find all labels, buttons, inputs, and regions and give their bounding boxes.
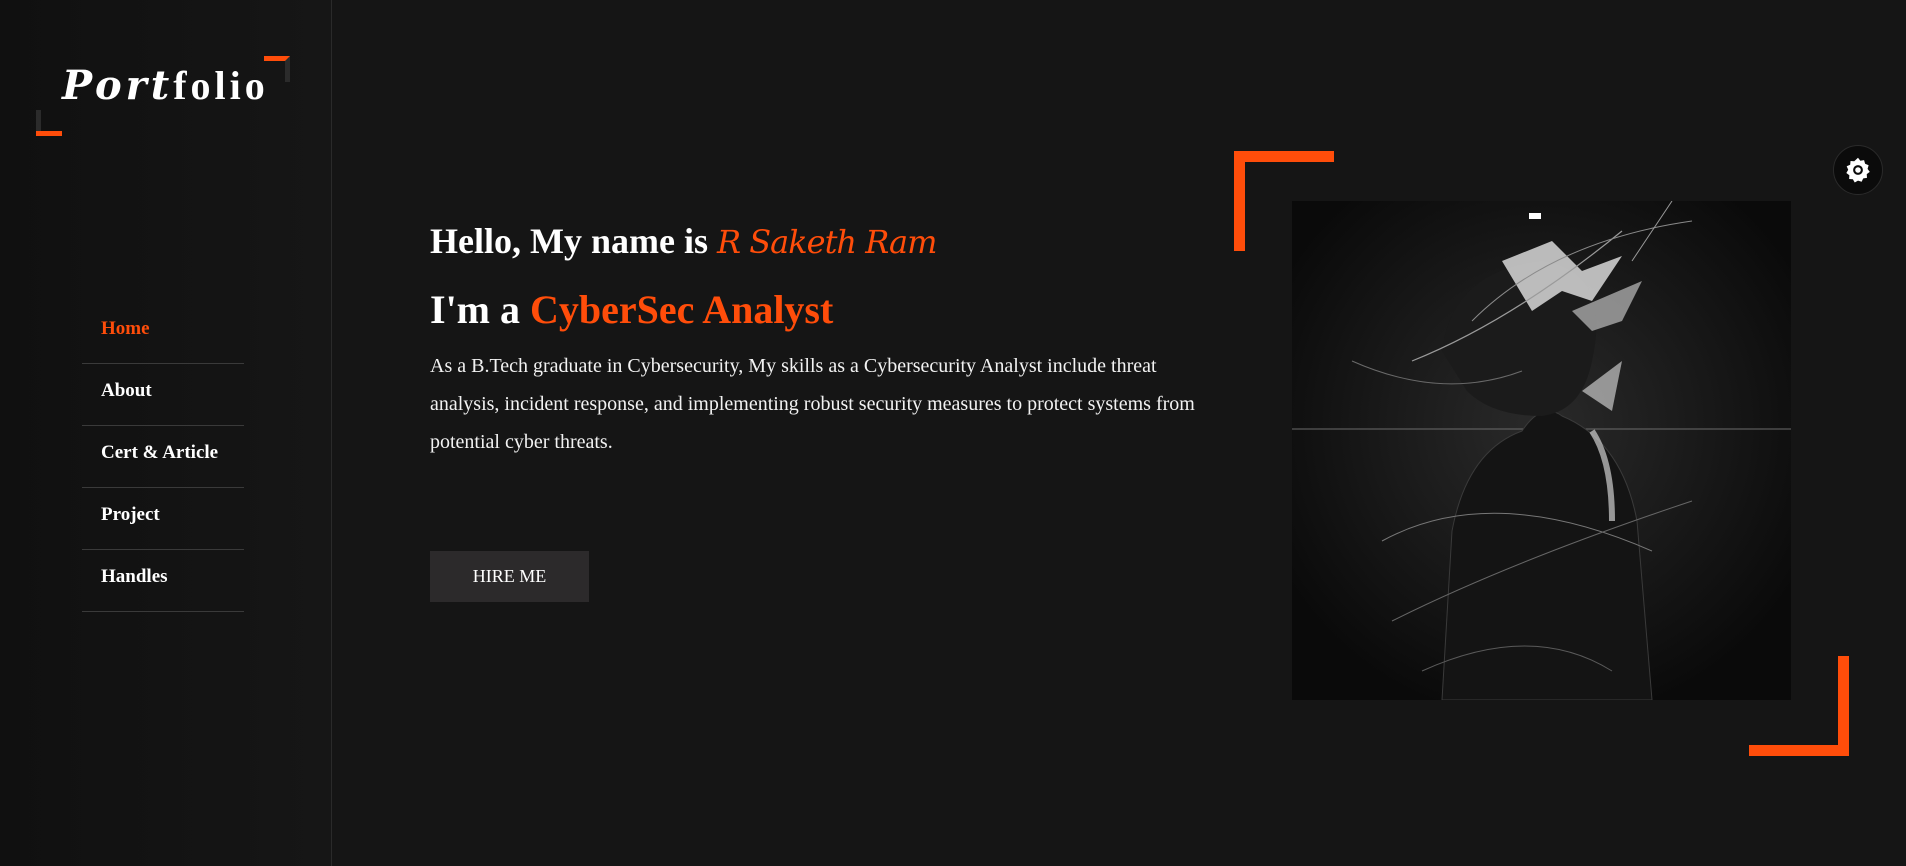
- profile-illustration: [1292, 201, 1791, 700]
- hire-me-button[interactable]: HIRE ME: [430, 551, 589, 602]
- logo-text-part2: folio: [173, 63, 269, 108]
- logo-corner-bottom-left: [36, 110, 62, 136]
- logo-text-part1: Port: [62, 62, 174, 109]
- nav-item-handles[interactable]: Handles: [82, 550, 244, 612]
- nav-item-cert-article[interactable]: Cert & Article: [82, 426, 244, 488]
- hero-section: Hello, My name is R Saketh Ram I'm a Cyb…: [430, 220, 1230, 602]
- gear-icon: [1846, 157, 1870, 183]
- logo-text: Portfolio: [62, 62, 269, 109]
- nav-item-home[interactable]: Home: [82, 302, 244, 364]
- greeting-prefix: Hello, My name is: [430, 221, 708, 261]
- nav-item-about[interactable]: About: [82, 364, 244, 426]
- role-heading: I'm a CyberSec Analyst: [430, 286, 1230, 333]
- greeting-heading: Hello, My name is R Saketh Ram: [430, 220, 1230, 268]
- profile-image: [1292, 201, 1791, 700]
- sidebar: Portfolio Home About Cert & Article Proj…: [0, 0, 332, 866]
- role-title: CyberSec Analyst: [530, 287, 834, 332]
- role-prefix: I'm a: [430, 287, 520, 332]
- hero-description: As a B.Tech graduate in Cybersecurity, M…: [430, 355, 1195, 453]
- person-name: R Saketh Ram: [716, 223, 937, 261]
- page: Portfolio Home About Cert & Article Proj…: [0, 0, 1906, 866]
- logo[interactable]: Portfolio: [36, 56, 290, 136]
- sidebar-nav: Home About Cert & Article Project Handle…: [82, 302, 244, 612]
- theme-toggle-button[interactable]: [1833, 145, 1883, 195]
- nav-item-project[interactable]: Project: [82, 488, 244, 550]
